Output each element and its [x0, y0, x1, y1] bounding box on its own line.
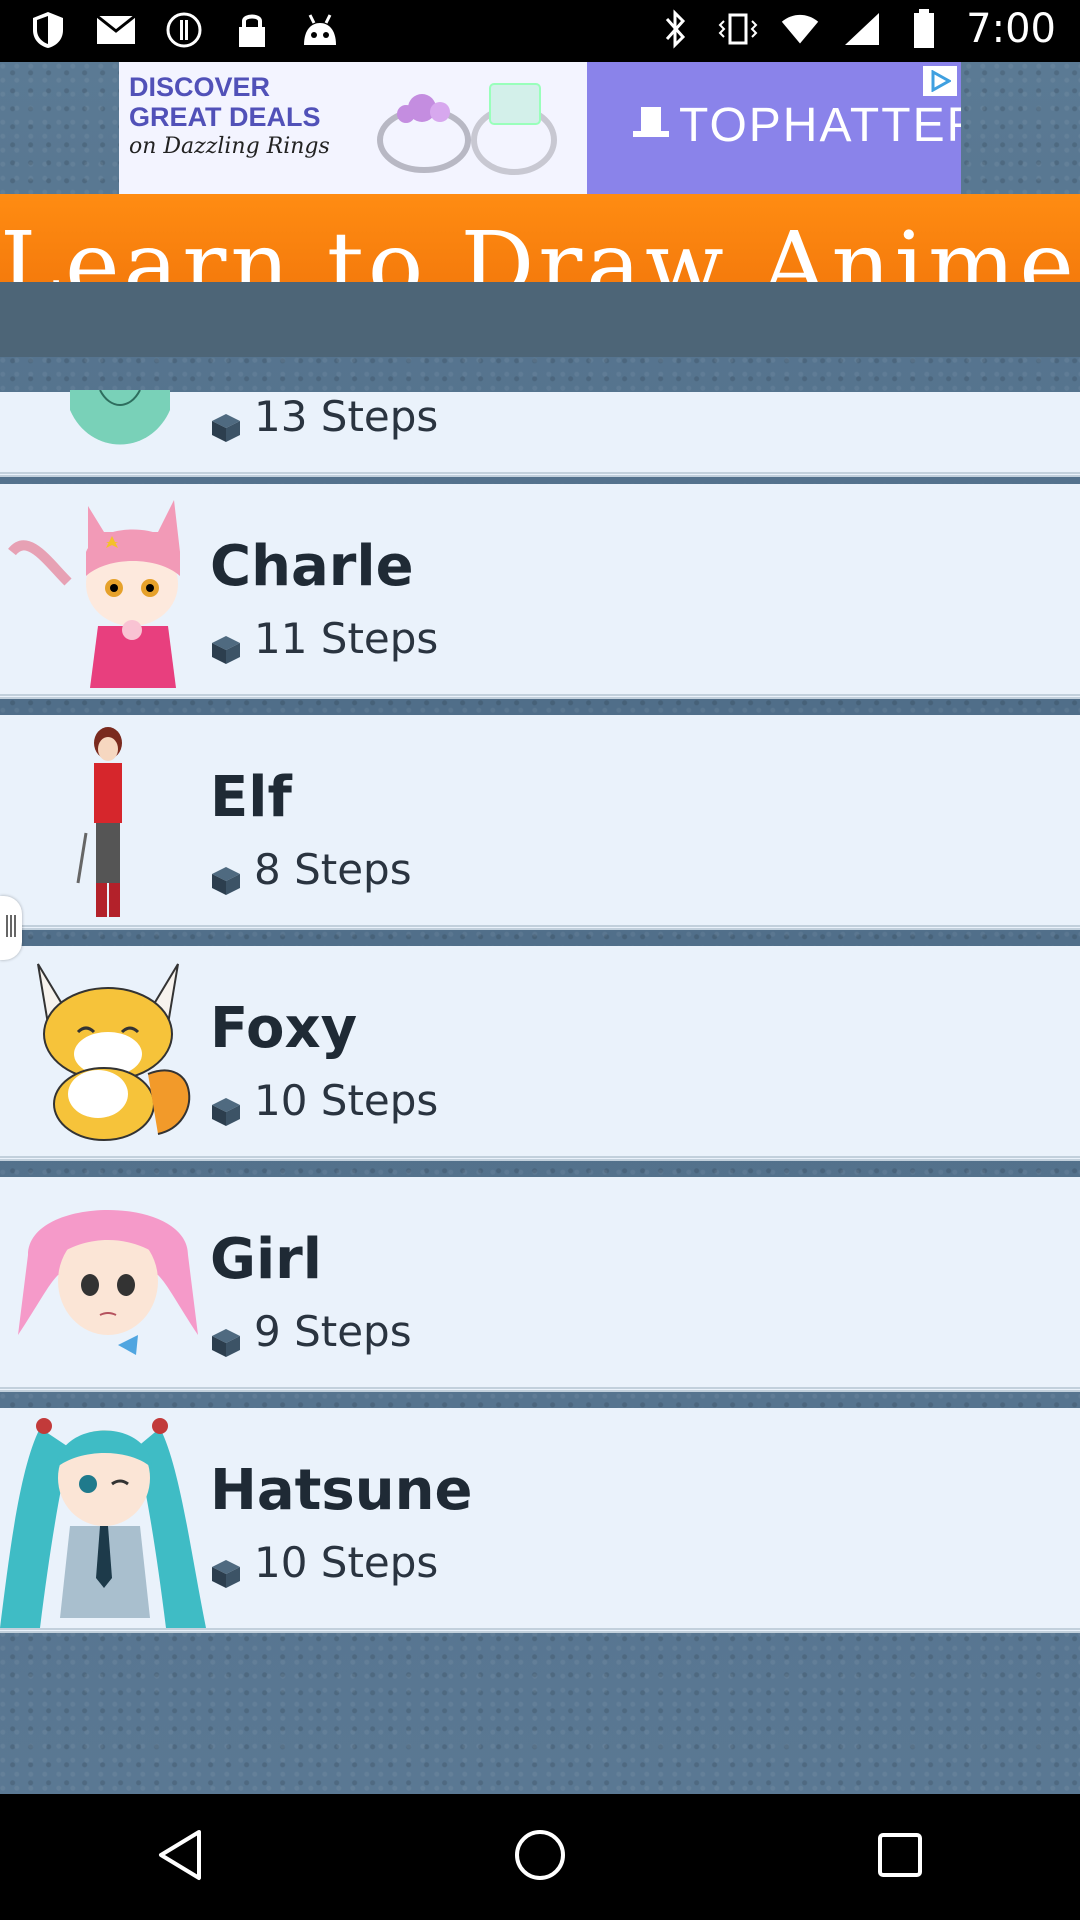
ad-headline-line-1: DISCOVER	[129, 72, 271, 102]
shield-icon	[28, 10, 68, 50]
character-thumbnail	[8, 492, 204, 688]
tophat-icon	[631, 98, 671, 153]
list-item[interactable]: Foxy 10 Steps	[0, 946, 1080, 1161]
character-thumbnail	[8, 954, 204, 1150]
rings-image	[364, 70, 584, 192]
lock-icon	[232, 10, 272, 50]
cube-icon	[210, 1320, 242, 1357]
step-count-label: 11 Steps	[254, 614, 439, 663]
cube-icon	[210, 627, 242, 664]
ad-headline-line-3: on Dazzling Rings	[129, 134, 330, 159]
status-left-icons	[28, 10, 340, 50]
list-item[interactable]: Charle 11 Steps	[0, 484, 1080, 699]
wifi-icon	[780, 9, 820, 49]
cube-icon	[210, 405, 242, 442]
status-time: 7:00	[966, 6, 1056, 52]
step-count: 13 Steps	[210, 392, 439, 442]
step-count-label: 9 Steps	[254, 1307, 412, 1356]
step-count-label: 10 Steps	[254, 1076, 439, 1125]
ad-choices-icon[interactable]	[923, 66, 957, 96]
signal-icon	[842, 9, 882, 49]
app-title: Learn to Draw Anime	[0, 212, 1078, 282]
item-title: Hatsune	[210, 1458, 473, 1523]
ad-right-panel: TOPHATTER	[587, 62, 961, 194]
ad-brand-label: TOPHATTER	[679, 99, 961, 152]
toolbar	[0, 282, 1080, 357]
recents-icon	[876, 1831, 924, 1883]
title-band: Learn to Draw Anime	[0, 194, 1080, 282]
ad-brand: TOPHATTER	[631, 98, 961, 153]
android-icon	[300, 10, 340, 50]
ad-headline-line-2: GREAT DEALS	[129, 102, 321, 132]
character-thumbnail	[70, 390, 170, 456]
step-count-label: 8 Steps	[254, 845, 412, 894]
list-item[interactable]: Elf 8 Steps	[0, 715, 1080, 930]
status-right-icons: 7:00	[656, 6, 1056, 52]
item-title: Charle	[210, 534, 414, 599]
ad-banner[interactable]: DISCOVER GREAT DEALS on Dazzling Rings T…	[119, 62, 961, 194]
character-thumbnail	[8, 723, 204, 919]
step-count: 10 Steps	[210, 1076, 439, 1126]
item-title: Foxy	[210, 996, 358, 1061]
back-icon	[155, 1828, 205, 1886]
list-item[interactable]: Girl 9 Steps	[0, 1177, 1080, 1392]
cube-icon	[210, 1551, 242, 1588]
recents-button[interactable]	[850, 1807, 950, 1907]
ad-left-panel: DISCOVER GREAT DEALS on Dazzling Rings	[119, 62, 587, 194]
vibrate-icon	[718, 9, 758, 49]
drawer-handle[interactable]	[0, 896, 22, 960]
character-thumbnail	[0, 1408, 210, 1628]
mail-icon	[96, 10, 136, 50]
navigation-bar	[0, 1794, 1080, 1920]
step-count: 10 Steps	[210, 1538, 439, 1588]
step-count-label: 10 Steps	[254, 1538, 439, 1587]
step-count: 8 Steps	[210, 845, 412, 895]
ad-headline: DISCOVER GREAT DEALS on Dazzling Rings	[129, 72, 330, 162]
cube-icon	[210, 1089, 242, 1126]
list-item[interactable]: 13 Steps	[0, 390, 1080, 477]
item-title: Girl	[210, 1227, 322, 1292]
home-button[interactable]	[490, 1807, 590, 1907]
step-count: 9 Steps	[210, 1307, 412, 1357]
list-item[interactable]: Hatsune 10 Steps	[0, 1408, 1080, 1633]
bluetooth-icon	[656, 9, 696, 49]
item-title: Elf	[210, 765, 292, 830]
battery-icon	[904, 9, 944, 49]
back-button[interactable]	[130, 1807, 230, 1907]
step-count: 11 Steps	[210, 614, 439, 664]
status-bar: 7:00	[0, 0, 1080, 62]
alert-icon	[164, 10, 204, 50]
cube-icon	[210, 858, 242, 895]
character-thumbnail	[8, 1185, 204, 1381]
step-count-label: 13 Steps	[254, 392, 439, 441]
home-icon	[513, 1828, 567, 1886]
menu-lines-icon	[5, 913, 17, 943]
